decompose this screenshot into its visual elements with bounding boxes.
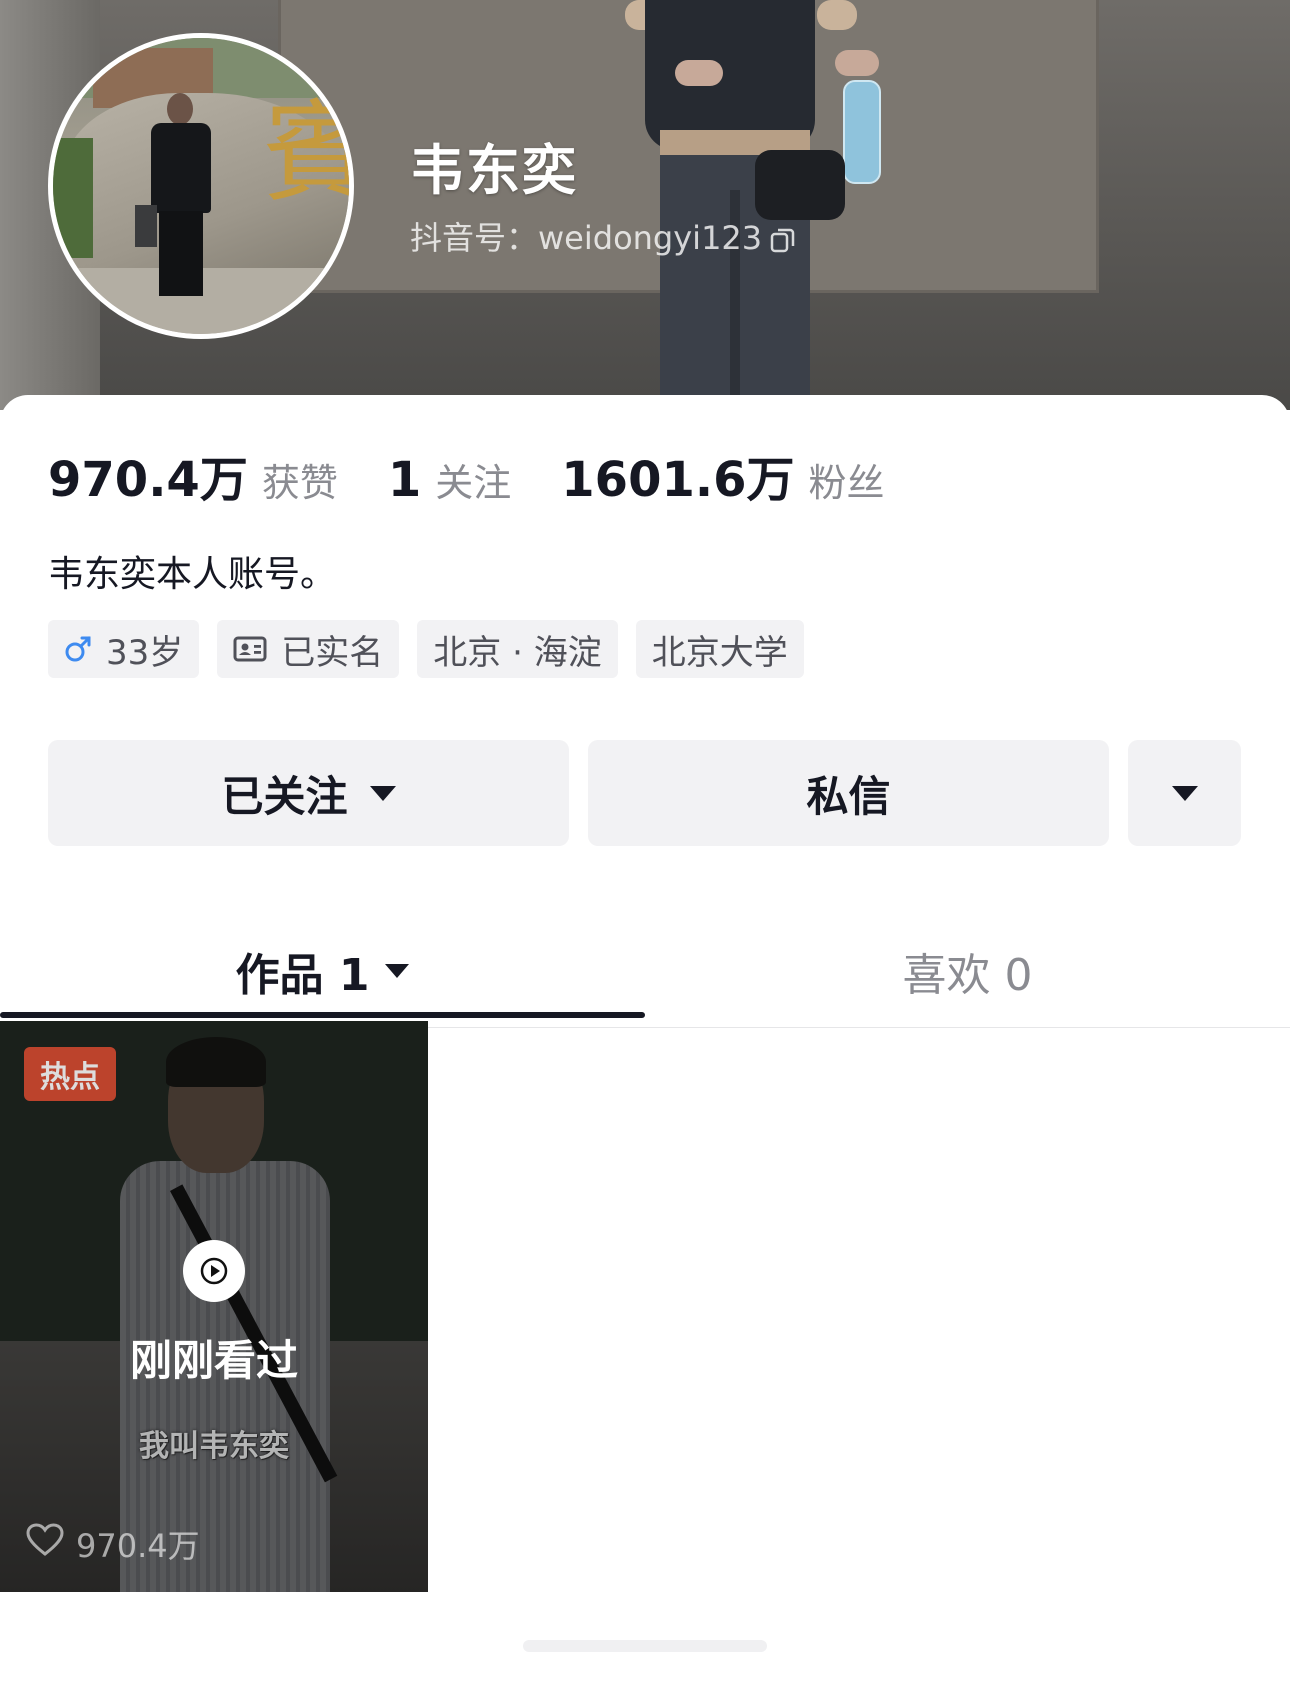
message-button[interactable]: 私信 [588, 740, 1109, 846]
play-icon[interactable] [183, 1240, 245, 1302]
stat-followers[interactable]: 1601.6万 粉丝 [561, 440, 884, 510]
profile-bio: 韦东奕本人账号。 [48, 554, 337, 595]
tab-works[interactable]: 作品 1 [0, 915, 645, 1027]
banner-background-person [625, 0, 881, 410]
followed-button-label: 已关注 [221, 772, 348, 820]
likes-count: 970.4万 [48, 452, 248, 508]
profile-name: 韦东奕 [410, 139, 578, 202]
tag-age-label: 33岁 [106, 632, 184, 673]
douyin-id: 抖音号：weidongyi123 [410, 219, 763, 257]
caret-down-icon [369, 785, 396, 801]
following-count: 1 [387, 452, 422, 508]
id-card-icon [233, 635, 267, 663]
video-subtitle: 我叫韦东奕 [139, 1429, 289, 1464]
active-tab-indicator [0, 1012, 645, 1018]
hot-badge: 热点 [24, 1047, 116, 1101]
tag-location[interactable]: 北京 · 海淀 [417, 620, 618, 678]
home-indicator[interactable] [523, 1640, 767, 1652]
caret-down-icon [1171, 785, 1198, 801]
profile-stats: 970.4万 获赞 1 关注 1601.6万 粉丝 [48, 440, 935, 510]
tag-school[interactable]: 北京大学 [635, 620, 804, 678]
caret-down-icon [385, 964, 410, 978]
likes-label: 获赞 [261, 461, 338, 505]
more-options-button[interactable] [1128, 740, 1241, 846]
copy-icon[interactable] [770, 223, 796, 253]
message-button-label: 私信 [806, 772, 891, 820]
male-icon [64, 635, 92, 663]
stat-likes[interactable]: 970.4万 获赞 [48, 440, 338, 510]
followed-button[interactable]: 已关注 [48, 740, 569, 846]
profile-tags: 33岁 已实名 北京 · 海淀 北京大学 [48, 620, 804, 678]
followers-count: 1601.6万 [561, 452, 795, 508]
heart-icon [26, 1523, 64, 1565]
profile-actions: 已关注 私信 [48, 740, 1241, 846]
tag-verified[interactable]: 已实名 [217, 620, 400, 678]
tag-school-label: 北京大学 [651, 632, 788, 673]
profile-avatar[interactable]: 賓 [48, 33, 354, 339]
tab-works-label: 作品 1 [235, 950, 370, 1001]
recently-watched-label: 刚刚看过 [129, 1336, 298, 1385]
video-tile[interactable]: 热点 刚刚看过 我叫韦东奕 970.4万 [0, 1021, 428, 1592]
tag-verified-label: 已实名 [281, 632, 384, 673]
stat-following[interactable]: 1 关注 [388, 452, 511, 508]
tab-likes-label: 喜欢 0 [902, 950, 1033, 1001]
tab-likes[interactable]: 喜欢 0 [645, 915, 1290, 1027]
tag-location-label: 北京 · 海淀 [433, 632, 602, 673]
douyin-id-row[interactable]: 抖音号：weidongyi123 [410, 213, 796, 259]
followers-label: 粉丝 [808, 461, 885, 505]
video-likes: 970.4万 [26, 1521, 200, 1567]
video-like-count: 970.4万 [76, 1527, 200, 1565]
tag-age: 33岁 [48, 620, 200, 678]
avatar-stone-carving: 賓 [263, 98, 349, 208]
following-label: 关注 [435, 461, 512, 505]
